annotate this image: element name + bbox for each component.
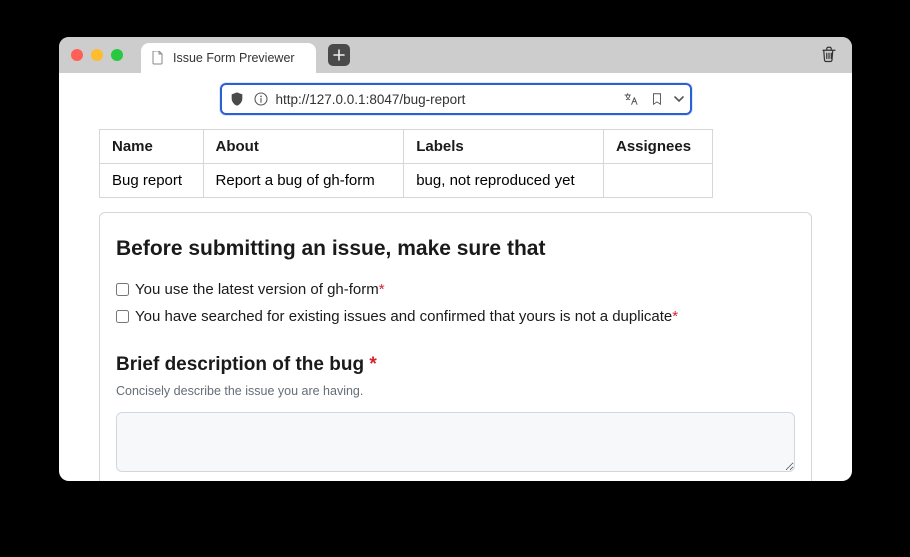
minimize-window-button[interactable] (91, 49, 103, 61)
bookmark-icon[interactable] (648, 90, 666, 108)
info-icon[interactable] (252, 90, 270, 108)
th-assignees: Assignees (604, 130, 713, 164)
tab-title: Issue Form Previewer (173, 51, 295, 65)
required-mark: * (379, 281, 385, 298)
td-about: Report a bug of gh-form (203, 164, 404, 198)
precheck-checkbox-1[interactable] (116, 283, 129, 296)
brief-description-input[interactable] (116, 412, 795, 472)
close-window-button[interactable] (71, 49, 83, 61)
url-input[interactable] (276, 92, 616, 107)
th-labels: Labels (404, 130, 604, 164)
address-bar-actions (622, 90, 684, 108)
document-icon (151, 51, 165, 65)
td-name: Bug report (100, 164, 204, 198)
shield-icon[interactable] (228, 90, 246, 108)
preamble-heading: Before submitting an issue, make sure th… (116, 237, 795, 261)
page-content: Name About Labels Assignees Bug report R… (59, 123, 852, 481)
td-assignees (604, 164, 713, 198)
address-bar[interactable] (220, 83, 692, 115)
field-heading-text: Brief description of the bug (116, 354, 369, 375)
precheck-label: You use the latest version of gh-form (135, 281, 379, 298)
metadata-table: Name About Labels Assignees Bug report R… (99, 129, 713, 198)
precheck-item[interactable]: You use the latest version of gh-form* (116, 279, 795, 302)
td-labels: bug, not reproduced yet (404, 164, 604, 198)
browser-tab[interactable]: Issue Form Previewer (141, 43, 316, 73)
table-header-row: Name About Labels Assignees (100, 130, 713, 164)
table-row: Bug report Report a bug of gh-form bug, … (100, 164, 713, 198)
precheck-label: You have searched for existing issues an… (135, 308, 672, 325)
required-mark: * (369, 354, 376, 375)
field-heading: Brief description of the bug * (116, 354, 795, 376)
browser-window: Issue Form Previewer (59, 37, 852, 481)
field-help-text: Concisely describe the issue you are hav… (116, 384, 795, 398)
window-controls (71, 49, 123, 61)
translate-icon[interactable] (622, 90, 640, 108)
chevron-down-icon[interactable] (674, 94, 684, 104)
new-tab-button[interactable] (328, 44, 350, 66)
titlebar: Issue Form Previewer (59, 37, 852, 73)
issue-form: Before submitting an issue, make sure th… (99, 212, 812, 481)
precheck-item[interactable]: You have searched for existing issues an… (116, 306, 795, 329)
trash-icon[interactable] (820, 45, 840, 65)
th-name: Name (100, 130, 204, 164)
th-about: About (203, 130, 404, 164)
maximize-window-button[interactable] (111, 49, 123, 61)
toolbar (59, 73, 852, 123)
required-mark: * (672, 308, 678, 325)
precheck-checkbox-2[interactable] (116, 310, 129, 323)
